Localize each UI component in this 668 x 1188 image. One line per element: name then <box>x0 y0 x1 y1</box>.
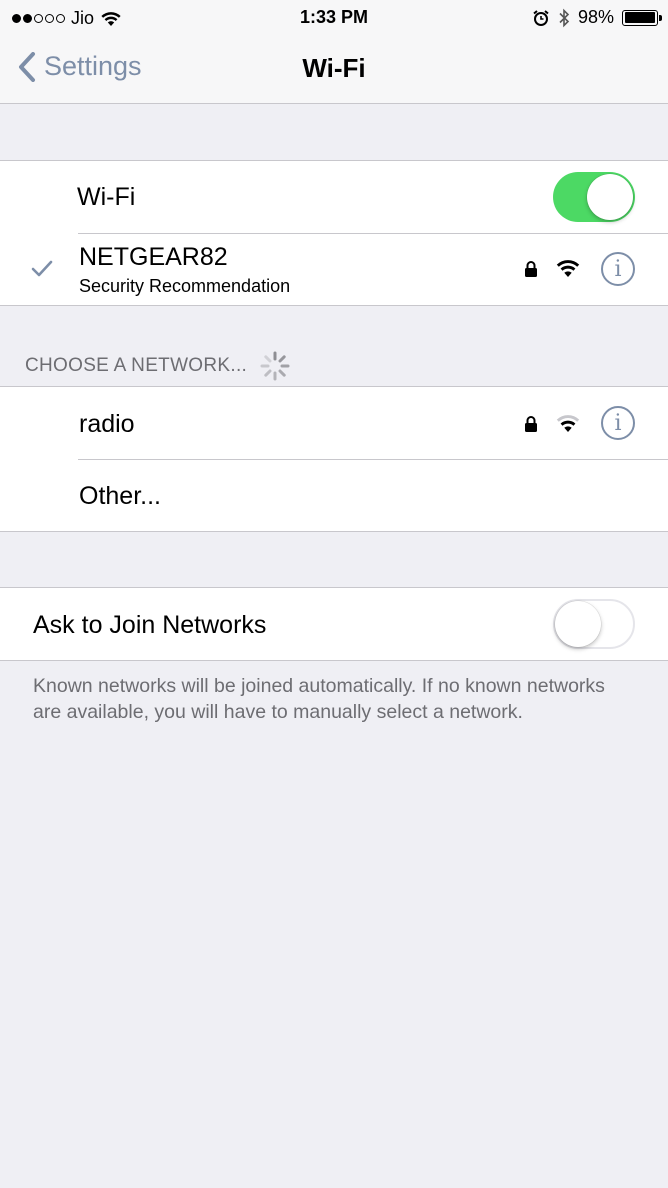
network-row-other[interactable]: Other... <box>0 459 668 531</box>
section-header: CHOOSE A NETWORK... <box>25 350 291 382</box>
toggle-knob <box>555 601 601 647</box>
network-name: radio <box>79 410 135 438</box>
connected-network-name: NETGEAR82 <box>79 243 228 271</box>
wifi-group: Wi-Fi NETGEAR82 Security Recommendation … <box>0 160 668 306</box>
lock-icon <box>525 261 537 277</box>
wifi-signal-icon <box>556 260 580 277</box>
checkmark-icon <box>31 260 53 277</box>
lock-icon <box>525 416 537 432</box>
wifi-toggle[interactable] <box>553 172 635 222</box>
battery-icon <box>622 9 662 26</box>
page-title: Wi-Fi <box>302 53 366 83</box>
other-network-label: Other... <box>79 482 161 510</box>
info-button[interactable]: i <box>601 406 635 440</box>
toggle-knob <box>587 174 633 220</box>
ask-to-join-toggle[interactable] <box>553 599 635 649</box>
wifi-label: Wi-Fi <box>77 183 136 211</box>
networks-group: radio i Other... <box>0 386 668 532</box>
battery-percent: 98% <box>577 7 614 27</box>
status-bar: Jio 1:33 PM 98% <box>0 0 668 36</box>
wifi-toggle-row: Wi-Fi <box>0 161 668 233</box>
connected-network-subtitle: Security Recommendation <box>79 276 291 296</box>
network-row-radio[interactable]: radio i <box>0 387 668 459</box>
status-right: 98% <box>532 7 662 28</box>
connected-network-row[interactable]: NETGEAR82 Security Recommendation i <box>0 233 668 305</box>
ask-to-join-footer: Known networks will be joined automatica… <box>33 675 605 723</box>
choose-network-header: CHOOSE A NETWORK... <box>25 355 248 376</box>
info-button[interactable]: i <box>601 252 635 286</box>
alarm-clock-icon <box>533 9 549 26</box>
ask-to-join-row: Ask to Join Networks <box>0 588 668 660</box>
ask-to-join-label: Ask to Join Networks <box>33 611 267 639</box>
navigation-bar: Settings Wi-Fi <box>0 36 668 104</box>
loading-spinner-icon <box>260 351 290 381</box>
bluetooth-icon <box>559 8 570 27</box>
ask-to-join-group: Ask to Join Networks <box>0 587 668 661</box>
wifi-signal-icon <box>556 415 580 432</box>
